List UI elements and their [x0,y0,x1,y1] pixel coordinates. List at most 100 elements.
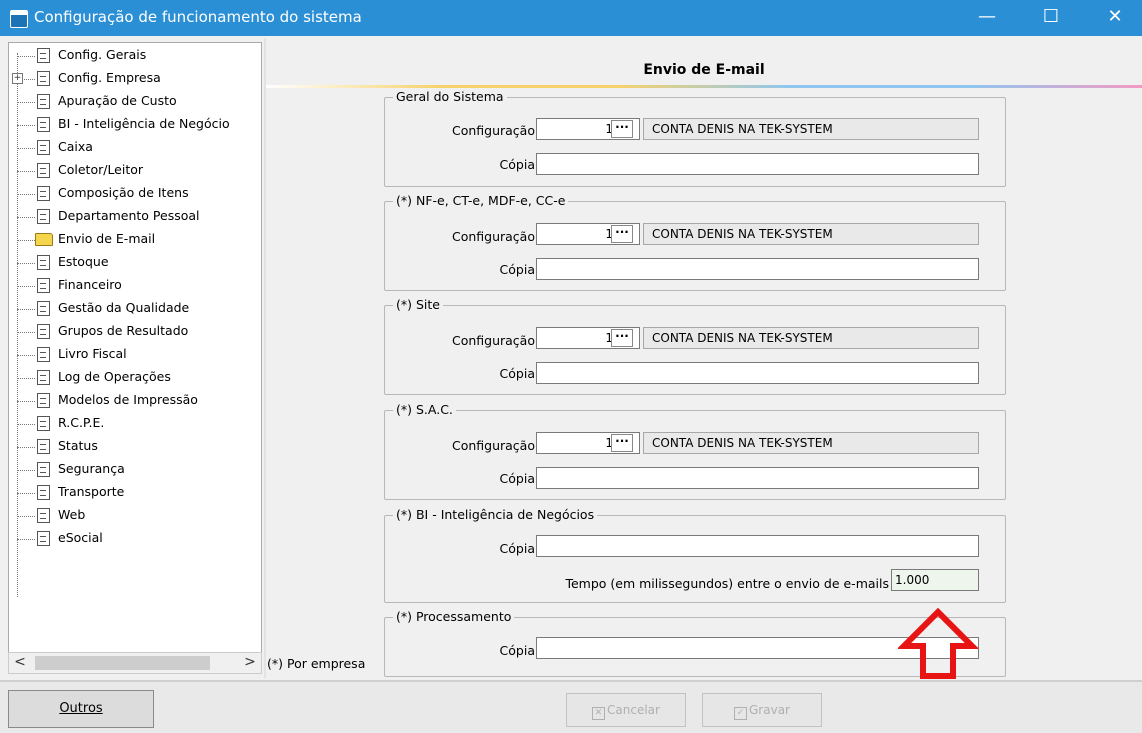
tree-item-label: Estoque [58,254,109,269]
copy-input[interactable] [536,153,979,175]
tree-item-label: Web [58,507,86,522]
tree-item-label: Status [58,438,98,453]
document-icon [37,48,50,63]
group-label: (*) Processamento [393,609,515,624]
tree-item[interactable]: Modelos de Impressão [9,390,261,412]
tree-item[interactable]: Status [9,436,261,458]
tree-item[interactable]: Livro Fiscal [9,344,261,366]
close-button[interactable]: ✕ [1090,0,1140,36]
document-icon [37,163,50,178]
document-icon [37,462,50,477]
tree-item-label: Caixa [58,139,93,154]
config-name-field: CONTA DENIS NA TEK-SYSTEM [643,223,979,245]
tree-connector [17,401,35,402]
tree-connector [17,493,35,494]
maximize-button[interactable]: ☐ [1026,0,1076,36]
copy-input[interactable] [536,467,979,489]
tree-item-label: Gestão da Qualidade [58,300,190,315]
tree-item[interactable]: Config. Gerais [9,45,261,67]
tree-item-label: Apuração de Custo [58,93,177,108]
cancel-button[interactable]: ✕ Cancelar [566,693,686,727]
copy-input[interactable] [536,535,979,557]
send-interval-label: Tempo (em milissegundos) entre o envio d… [565,576,889,591]
tree-connector [17,378,35,379]
group-label: (*) S.A.C. [393,402,456,417]
group-label: Geral do Sistema [393,89,507,104]
tree-item[interactable]: + Config. Empresa [9,68,261,90]
check-icon: ✓ [734,707,747,720]
group-geral-sistema: Geral do Sistema Configuração 1 ··· CONT… [384,89,1006,187]
group-label: (*) NF-e, CT-e, MDF-e, CC-e [393,193,569,208]
tree-connector [17,424,35,425]
tree-item[interactable]: Caixa [9,137,261,159]
config-name-field: CONTA DENIS NA TEK-SYSTEM [643,118,979,140]
open-folder-icon [35,233,53,246]
document-icon [37,94,50,109]
tree-horizontal-scrollbar[interactable]: < > [8,652,262,674]
scroll-thumb[interactable] [35,656,210,670]
tree-item-label: Envio de E-mail [58,231,156,246]
tree-connector [17,447,35,448]
document-icon [37,531,50,546]
save-label: Gravar [749,703,790,717]
others-button[interactable]: Outros [8,690,154,728]
lookup-button[interactable]: ··· [611,225,633,243]
expand-icon[interactable]: + [12,73,23,84]
lookup-button[interactable]: ··· [611,329,633,347]
document-icon [37,209,50,224]
tree-item[interactable]: Financeiro [9,275,261,297]
tree-item[interactable]: Grupos de Resultado [9,321,261,343]
tree-item[interactable]: Segurança [9,459,261,481]
copy-input[interactable] [536,362,979,384]
tree-connector [17,240,35,241]
tree-item[interactable]: Gestão da Qualidade [9,298,261,320]
tree-item-label: Transporte [58,484,125,499]
document-icon [37,71,50,86]
tree-item[interactable]: Web [9,505,261,527]
window-title: Configuração de funcionamento do sistema [34,8,362,26]
tree-item[interactable]: Coletor/Leitor [9,160,261,182]
document-icon [37,301,50,316]
group-nfe: (*) NF-e, CT-e, MDF-e, CC-e Configuração… [384,193,1006,291]
group-site: (*) Site Configuração 1 ··· CONTA DENIS … [384,297,1006,395]
tree-item[interactable]: Transporte [9,482,261,504]
tree-connector [17,194,35,195]
tree-item[interactable]: Estoque [9,252,261,274]
tree-item[interactable]: R.C.P.E. [9,413,261,435]
footnote: (*) Por empresa [267,656,366,671]
document-icon [37,485,50,500]
copy-label: Cópia [499,157,535,172]
lookup-button[interactable]: ··· [611,434,633,452]
scroll-left-arrow-icon[interactable]: < [11,654,29,670]
tree-item-label: Livro Fiscal [58,346,127,361]
tree-item[interactable]: BI - Inteligência de Negócio [9,114,261,136]
copy-label: Cópia [499,471,535,486]
tree-item[interactable]: Log de Operações [9,367,261,389]
tree-item[interactable]: eSocial [9,528,261,550]
document-icon [37,186,50,201]
save-button[interactable]: ✓ Gravar [702,693,822,727]
tree-connector [17,470,35,471]
tree-item[interactable]: Composição de Itens [9,183,261,205]
document-icon [37,140,50,155]
scroll-right-arrow-icon[interactable]: > [241,654,259,670]
send-interval-input[interactable]: 1.000 [891,569,979,591]
tree-item-label: BI - Inteligência de Negócio [58,116,230,131]
copy-input[interactable] [536,258,979,280]
panel-title: Envio de E-mail [643,62,765,78]
tree-connector [17,102,35,103]
lookup-button[interactable]: ··· [611,120,633,138]
copy-label: Cópia [499,366,535,381]
tree-item[interactable]: Envio de E-mail [9,229,261,251]
tree-item[interactable]: Departamento Pessoal [9,206,261,228]
settings-tree[interactable]: Config. Gerais + Config. Empresa Apuração d… [8,42,262,654]
tree-connector [17,539,35,540]
tree-connector [17,332,35,333]
minimize-button[interactable]: — [962,0,1012,36]
tree-item-label: Config. Gerais [58,47,147,62]
document-icon [37,324,50,339]
pane-divider[interactable] [264,38,266,678]
tree-item-label: Departamento Pessoal [58,208,200,223]
tree-item[interactable]: Apuração de Custo [9,91,261,113]
document-icon [37,439,50,454]
